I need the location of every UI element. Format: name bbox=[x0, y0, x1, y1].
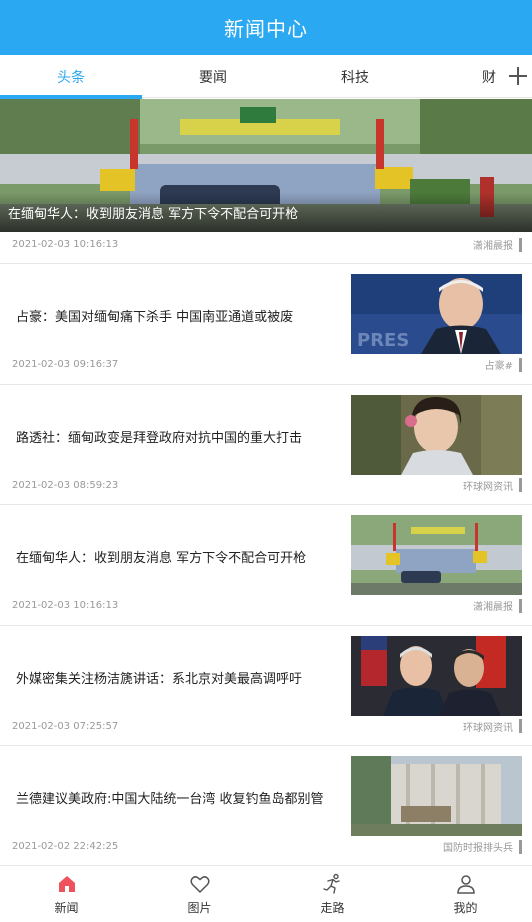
tabbar-pictures-label: 图片 bbox=[187, 901, 212, 915]
svg-text:PRES: PRES bbox=[357, 330, 409, 351]
news-title: 占豪：美国对缅甸痛下杀手 中国南亚通道或被废 bbox=[16, 310, 294, 325]
news-source: 国防时报排头兵 bbox=[443, 839, 522, 854]
bottom-tab-bar: 新闻 图片 走路 我的 bbox=[0, 865, 532, 922]
news-thumbnail bbox=[351, 515, 522, 595]
news-item[interactable]: 路透社：缅甸政变是拜登政府对抗中国的重大打击 2021-02-03 08:59:… bbox=[0, 385, 532, 505]
source-bar bbox=[519, 478, 522, 492]
tabbar-walking-label: 走路 bbox=[320, 901, 345, 915]
news-item[interactable]: 占豪：美国对缅甸痛下杀手 中国南亚通道或被废 PRES 2021-02-03 0… bbox=[0, 264, 532, 385]
tabbar-news[interactable]: 新闻 bbox=[0, 866, 133, 922]
source-bar bbox=[519, 357, 522, 372]
tab-tech[interactable]: 科技 bbox=[284, 55, 426, 98]
headline-meta: 2021-02-03 10:16:13 潇湘晨报 bbox=[12, 237, 522, 252]
news-time: 2021-02-03 08:59:23 bbox=[12, 479, 119, 491]
news-title: 路透社：缅甸政变是拜登政府对抗中国的重大打击 bbox=[16, 430, 303, 446]
tabbar-news-label: 新闻 bbox=[54, 901, 79, 915]
news-title: 外媒密集关注杨洁篪讲话：系北京对美最高调呼吁 bbox=[16, 671, 303, 687]
news-item[interactable]: 兰德建议美政府:中国大陆统一台湾 收复钓鱼岛都别管 2021-02-02 22:… bbox=[0, 746, 532, 865]
page-title: 新闻中心 bbox=[224, 17, 308, 41]
news-source: 环球网资讯 bbox=[463, 478, 522, 493]
runner-icon bbox=[322, 873, 340, 894]
tabbar-pictures[interactable]: 图片 bbox=[133, 866, 266, 922]
news-meta: 2021-02-03 07:25:57 环球网资讯 bbox=[12, 719, 522, 734]
news-source-label: 占豪# bbox=[484, 361, 513, 372]
tabbar-mine-label: 我的 bbox=[453, 901, 478, 915]
news-source-label: 环球网资讯 bbox=[463, 481, 513, 493]
news-item[interactable]: 外媒密集关注杨洁篪讲话：系北京对美最高调呼吁 2021-02-03 07:25:… bbox=[0, 626, 532, 746]
home-icon bbox=[58, 876, 75, 892]
tabbar-mine[interactable]: 我的 bbox=[399, 866, 532, 922]
news-title: 兰德建议美政府:中国大陆统一台湾 收复钓鱼岛都别管 bbox=[16, 792, 324, 807]
headline-source: 潇湘晨报 bbox=[473, 237, 522, 252]
news-source: 潇湘晨报 bbox=[473, 598, 522, 613]
news-source: 占豪# bbox=[485, 357, 522, 372]
plus-icon bbox=[509, 67, 527, 85]
news-source-label: 国防时报排头兵 bbox=[443, 843, 513, 854]
headline-source-label: 潇湘晨报 bbox=[473, 241, 513, 252]
news-thumbnail: PRES bbox=[351, 274, 522, 354]
news-feed[interactable]: 在缅甸华人：收到朋友消息 军方下令不配合可开枪 2021-02-03 10:16… bbox=[0, 99, 532, 865]
source-bar bbox=[519, 719, 522, 733]
headline-caption: 在缅甸华人：收到朋友消息 军方下令不配合可开枪 bbox=[0, 192, 532, 232]
news-meta: 2021-02-03 09:16:37 占豪# bbox=[12, 357, 522, 372]
tabbar-walking[interactable]: 走路 bbox=[266, 866, 399, 922]
news-time: 2021-02-03 10:16:13 bbox=[12, 600, 119, 611]
news-meta: 2021-02-03 08:59:23 环球网资讯 bbox=[12, 478, 522, 493]
news-source: 环球网资讯 bbox=[463, 719, 522, 734]
heart-icon bbox=[189, 876, 210, 894]
source-bar bbox=[519, 237, 522, 252]
news-source-label: 潇湘晨报 bbox=[473, 602, 513, 613]
headline-card[interactable]: 在缅甸华人：收到朋友消息 军方下令不配合可开枪 2021-02-03 10:16… bbox=[0, 99, 532, 264]
source-bar bbox=[519, 839, 522, 854]
news-thumbnail bbox=[351, 635, 522, 716]
user-icon bbox=[456, 875, 475, 894]
news-time: 2021-02-03 09:16:37 bbox=[12, 359, 119, 370]
source-bar bbox=[519, 598, 522, 613]
news-item[interactable]: 在缅甸华人：收到朋友消息 军方下令不配合可开枪 2021-02-03 10:16… bbox=[0, 505, 532, 626]
news-thumbnail bbox=[351, 756, 522, 836]
news-source-label: 环球网资讯 bbox=[463, 722, 513, 734]
category-tabs: 头条 要闻 科技 财 bbox=[0, 55, 532, 99]
news-thumbnail bbox=[351, 394, 522, 475]
headline-time: 2021-02-03 10:16:13 bbox=[12, 239, 119, 250]
news-meta: 2021-02-02 22:42:25 国防时报排头兵 bbox=[12, 839, 522, 854]
news-time: 2021-02-02 22:42:25 bbox=[12, 841, 119, 852]
add-channel-button[interactable] bbox=[500, 55, 532, 98]
tab-headlines[interactable]: 头条 bbox=[0, 55, 142, 99]
tab-finance[interactable]: 财 bbox=[482, 55, 496, 98]
news-title: 在缅甸华人：收到朋友消息 军方下令不配合可开枪 bbox=[16, 551, 307, 566]
news-time: 2021-02-03 07:25:57 bbox=[12, 720, 119, 732]
app-header: 新闻中心 bbox=[0, 0, 532, 55]
tab-important-news[interactable]: 要闻 bbox=[142, 55, 284, 98]
news-meta: 2021-02-03 10:16:13 潇湘晨报 bbox=[12, 598, 522, 613]
